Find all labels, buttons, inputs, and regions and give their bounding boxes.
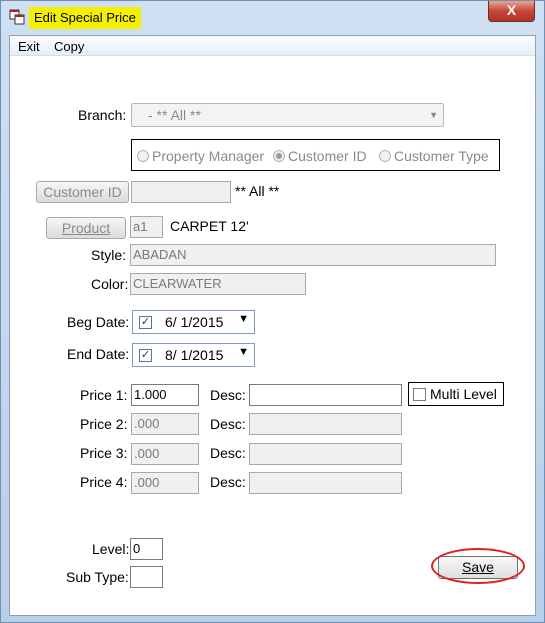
style-field[interactable]: ABADAN bbox=[130, 244, 496, 266]
radio-customer-id[interactable]: Customer ID bbox=[273, 148, 367, 164]
edit-special-price-window: Edit Special Price X Exit Copy Branch: -… bbox=[0, 0, 545, 623]
save-label: Save bbox=[462, 559, 494, 575]
price4-label: Price 4: bbox=[80, 474, 128, 490]
price3-label: Price 3: bbox=[80, 445, 128, 461]
branch-select[interactable]: - ** All ** ▼ bbox=[131, 103, 444, 127]
price2-label: Price 2: bbox=[80, 416, 128, 432]
product-button[interactable]: Product bbox=[46, 217, 126, 239]
end-date-picker[interactable]: ✓ 8/ 1/2015 ▼ bbox=[132, 343, 255, 367]
branch-label: Branch: bbox=[78, 107, 127, 123]
price1-field[interactable]: 1.000 bbox=[131, 384, 199, 406]
radio-property-manager[interactable]: Property Manager bbox=[137, 148, 264, 164]
dialog-body: Exit Copy Branch: - ** All ** ▼ Property… bbox=[9, 35, 536, 616]
window-title: Edit Special Price bbox=[29, 7, 141, 29]
desc2-field[interactable] bbox=[249, 413, 402, 435]
radio-dot bbox=[379, 150, 391, 162]
beg-date-label: Beg Date: bbox=[67, 314, 130, 330]
close-button[interactable]: X bbox=[488, 1, 535, 22]
close-icon: X bbox=[506, 2, 517, 18]
color-field[interactable]: CLEARWATER bbox=[130, 273, 306, 295]
radio-property-manager-label: Property Manager bbox=[152, 148, 265, 164]
multi-level-checkbox[interactable]: Multi Level bbox=[408, 382, 504, 406]
radio-customer-type[interactable]: Customer Type bbox=[379, 148, 489, 164]
end-date-value: 8/ 1/2015 bbox=[165, 347, 224, 363]
customer-id-button[interactable]: Customer ID bbox=[36, 181, 129, 203]
price2-field[interactable]: .000 bbox=[131, 413, 199, 435]
chevron-down-icon: ▼ bbox=[429, 110, 438, 120]
desc1-field[interactable] bbox=[249, 384, 402, 406]
menu-copy[interactable]: Copy bbox=[54, 39, 84, 54]
radio-customer-type-label: Customer Type bbox=[394, 148, 489, 164]
customer-all-text: ** All ** bbox=[235, 183, 280, 199]
radio-dot bbox=[137, 150, 149, 162]
multi-level-box bbox=[413, 388, 426, 401]
level-label: Level: bbox=[92, 541, 130, 557]
desc1-label: Desc: bbox=[210, 387, 246, 403]
sub-type-label: Sub Type: bbox=[66, 569, 129, 585]
menu-exit[interactable]: Exit bbox=[18, 39, 40, 54]
style-label: Style: bbox=[91, 247, 127, 263]
color-label: Color: bbox=[91, 276, 129, 292]
menu-bar: Exit Copy bbox=[10, 36, 535, 56]
desc3-label: Desc: bbox=[210, 445, 246, 461]
lookup-type-group: Property Manager Customer ID Customer Ty… bbox=[131, 139, 500, 171]
level-field[interactable]: 0 bbox=[130, 538, 163, 560]
product-description: CARPET 12' bbox=[170, 218, 249, 234]
price1-label: Price 1: bbox=[80, 387, 128, 403]
radio-customer-id-label: Customer ID bbox=[288, 148, 367, 164]
desc4-label: Desc: bbox=[210, 474, 246, 490]
multi-level-label: Multi Level bbox=[430, 386, 497, 402]
save-button[interactable]: Save bbox=[438, 556, 518, 579]
chevron-down-icon: ▼ bbox=[238, 313, 249, 325]
chevron-down-icon: ▼ bbox=[238, 346, 249, 358]
title-bar[interactable]: Edit Special Price X bbox=[1, 1, 544, 35]
end-date-label: End Date: bbox=[67, 346, 130, 362]
product-code-field[interactable]: a1 bbox=[130, 216, 163, 238]
beg-date-value: 6/ 1/2015 bbox=[165, 314, 224, 330]
branch-value: - ** All ** bbox=[148, 107, 201, 123]
radio-dot-selected bbox=[273, 150, 285, 162]
beg-date-picker[interactable]: ✓ 6/ 1/2015 ▼ bbox=[132, 310, 255, 334]
price4-field[interactable]: .000 bbox=[131, 472, 199, 494]
beg-date-checkbox[interactable]: ✓ bbox=[139, 316, 152, 329]
app-window-icon bbox=[9, 9, 25, 25]
desc3-field[interactable] bbox=[249, 443, 402, 465]
desc4-field[interactable] bbox=[249, 472, 402, 494]
desc2-label: Desc: bbox=[210, 416, 246, 432]
customer-id-field[interactable] bbox=[131, 181, 231, 203]
end-date-checkbox[interactable]: ✓ bbox=[139, 349, 152, 362]
sub-type-field[interactable] bbox=[130, 566, 163, 588]
price3-field[interactable]: .000 bbox=[131, 443, 199, 465]
